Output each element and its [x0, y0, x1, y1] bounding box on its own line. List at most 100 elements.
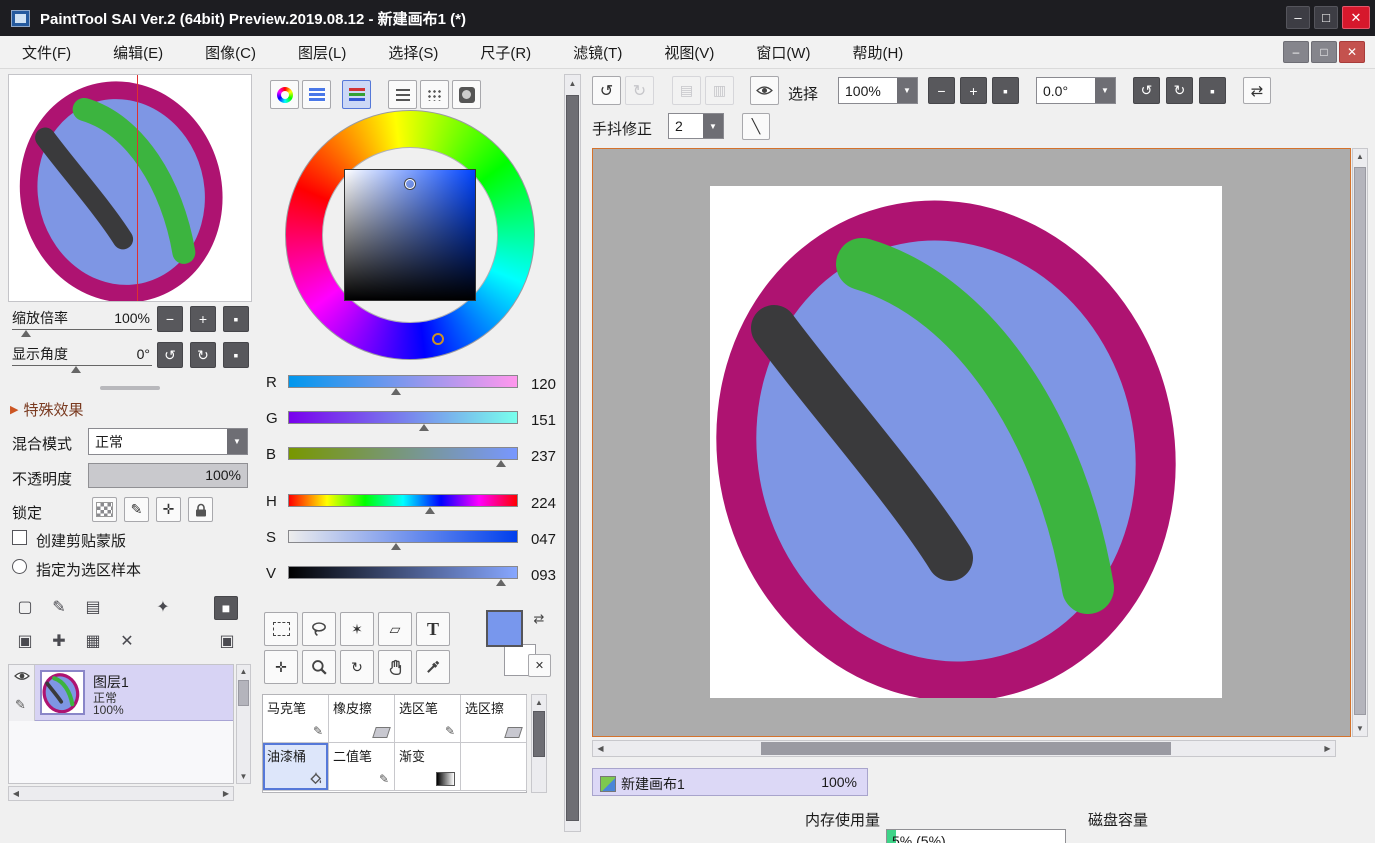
canvas-zoom-out-button[interactable]: −	[928, 77, 955, 104]
tool-eraser[interactable]: 橡皮擦	[329, 695, 395, 743]
canvas-zoom-reset-button[interactable]: ▪	[992, 77, 1019, 104]
saturation-slider[interactable]	[288, 530, 518, 543]
line-mode-button[interactable]: ╲	[742, 113, 770, 140]
delete-layer-button[interactable]: ✕	[114, 628, 140, 654]
clipping-mask-checkbox[interactable]	[12, 530, 27, 545]
canvas-angle-select[interactable]: 0.0° ▼	[1036, 77, 1116, 104]
navigator-angle-slider[interactable]: 显示角度 0°	[12, 344, 152, 366]
canvas-zoom-in-button[interactable]: +	[960, 77, 987, 104]
rgb-slider-mode-button[interactable]	[342, 80, 371, 109]
move-tool-button[interactable]: ✛	[264, 650, 298, 684]
canvas[interactable]	[710, 186, 1222, 698]
magic-wand-tool-button[interactable]: ✶	[340, 612, 374, 646]
tool-grid-scrollbar[interactable]: ▲	[531, 694, 547, 793]
rotate-cw-button[interactable]: ↻	[190, 342, 216, 368]
navigator-zoom-slider[interactable]: 缩放倍率 100%	[12, 308, 152, 330]
value-slider-marker[interactable]	[496, 579, 506, 586]
menu-image[interactable]: 图像(C)	[205, 42, 256, 63]
canvas-vscrollbar[interactable]: ▲ ▼	[1352, 148, 1368, 737]
canvas-vscroll-thumb[interactable]	[1354, 167, 1366, 715]
new-folder-button[interactable]: ▤	[80, 594, 106, 620]
tool-binary-pen[interactable]: 二值笔 ✎	[329, 743, 395, 791]
new-linework-layer-button[interactable]: ✎	[46, 594, 72, 620]
opacity-slider[interactable]: 100%	[88, 463, 248, 488]
scroll-up-icon[interactable]: ▲	[532, 695, 546, 709]
fill-layer-button[interactable]: ▦	[80, 628, 106, 654]
value-slider[interactable]	[288, 566, 518, 579]
tool-selection-eraser[interactable]: 选区擦	[461, 695, 527, 743]
green-slider-marker[interactable]	[419, 424, 429, 431]
navigator-preview[interactable]	[8, 74, 252, 302]
paste-button[interactable]: ▥	[705, 76, 734, 105]
new-layer-button[interactable]: ▢	[12, 594, 38, 620]
lock-position-button[interactable]: ✛	[156, 497, 181, 522]
layer-row[interactable]: ✎ 图层1 正常 100%	[9, 665, 233, 721]
menu-layer[interactable]: 图层(L)	[298, 42, 346, 63]
copy-layer-button[interactable]: ▣	[12, 628, 38, 654]
menu-filter[interactable]: 滤镜(T)	[573, 42, 622, 63]
canvas-rotate-cw-button[interactable]: ↻	[1166, 77, 1193, 104]
color-slider-mode-button[interactable]	[302, 80, 331, 109]
blue-slider[interactable]	[288, 447, 518, 460]
doc-close-button[interactable]: ✕	[1339, 41, 1365, 63]
transparent-color-button[interactable]: ✕	[528, 654, 551, 677]
lock-pixels-button[interactable]: ✎	[124, 497, 149, 522]
tool-empty-slot[interactable]	[461, 743, 527, 791]
lock-all-button[interactable]	[188, 497, 213, 522]
tool-marker-pen[interactable]: 马克笔 ✎	[263, 695, 329, 743]
hue-marker[interactable]	[432, 333, 444, 345]
doc-minimize-button[interactable]: –	[1283, 41, 1309, 63]
tool-selection-pen[interactable]: 选区笔 ✎	[395, 695, 461, 743]
tool-gradient[interactable]: 渐变	[395, 743, 461, 791]
panel-scrollbar[interactable]: ▲	[564, 74, 581, 832]
vscroll-thumb[interactable]	[238, 680, 249, 706]
eye-icon[interactable]	[14, 671, 30, 681]
selection-visibility-button[interactable]	[750, 76, 779, 105]
menu-help[interactable]: 帮助(H)	[852, 42, 903, 63]
flip-canvas-button[interactable]: ⇄	[1243, 77, 1271, 104]
navigator-zoom-marker[interactable]	[21, 330, 31, 337]
primary-color-swatch[interactable]	[486, 610, 523, 647]
scratchpad-mode-button[interactable]	[452, 80, 481, 109]
undo-button[interactable]: ↺	[592, 76, 621, 105]
rotate-ccw-button[interactable]: ↺	[157, 342, 183, 368]
navigator-angle-marker[interactable]	[71, 366, 81, 373]
hue-slider[interactable]	[288, 494, 518, 507]
swatch-grid-mode-button[interactable]	[420, 80, 449, 109]
doc-restore-button[interactable]: □	[1311, 41, 1337, 63]
new-mask-button[interactable]: ✦	[150, 594, 176, 620]
redo-button[interactable]: ↻	[625, 76, 654, 105]
color-wheel-mode-button[interactable]	[270, 80, 299, 109]
rotate-tool-button[interactable]: ↻	[340, 650, 374, 684]
maximize-button[interactable]: □	[1314, 6, 1338, 29]
menu-ruler[interactable]: 尺子(R)	[480, 42, 531, 63]
cut-button[interactable]: ▤	[672, 76, 701, 105]
scroll-right-icon[interactable]: ▶	[219, 787, 233, 800]
hand-tool-button[interactable]	[378, 650, 412, 684]
scroll-down-icon[interactable]: ▼	[1353, 721, 1367, 736]
scroll-right-icon[interactable]: ▶	[1320, 741, 1335, 756]
zoom-tool-button[interactable]	[302, 650, 336, 684]
canvas-hscrollbar[interactable]: ◀ ▶	[592, 740, 1336, 757]
text-tool-button[interactable]: T	[416, 612, 450, 646]
layer-list-hscrollbar[interactable]: ◀ ▶	[8, 786, 234, 801]
scroll-up-icon[interactable]: ▲	[237, 665, 250, 678]
close-button[interactable]: ✕	[1342, 6, 1370, 29]
menu-select[interactable]: 选择(S)	[388, 42, 438, 63]
menu-window[interactable]: 窗口(W)	[756, 42, 810, 63]
saturation-value-square[interactable]	[344, 169, 476, 301]
scroll-left-icon[interactable]: ◀	[593, 741, 608, 756]
scroll-down-icon[interactable]: ▼	[237, 770, 250, 783]
hue-slider-marker[interactable]	[425, 507, 435, 514]
zoom-reset-button[interactable]: ▪	[223, 306, 249, 332]
layer-color-button[interactable]: ■	[214, 596, 238, 620]
stabilizer-select[interactable]: 2 ▼	[668, 113, 724, 139]
menu-edit[interactable]: 编辑(E)	[113, 42, 163, 63]
zoom-out-button[interactable]: −	[157, 306, 183, 332]
saturation-slider-marker[interactable]	[391, 543, 401, 550]
panel-splitter-handle[interactable]	[100, 386, 160, 390]
menu-file[interactable]: 文件(F)	[22, 42, 71, 63]
lasso-tool-button[interactable]	[302, 612, 336, 646]
swap-colors-icon[interactable]: ⇄	[530, 610, 548, 628]
canvas-angle-reset-button[interactable]: ▪	[1199, 77, 1226, 104]
